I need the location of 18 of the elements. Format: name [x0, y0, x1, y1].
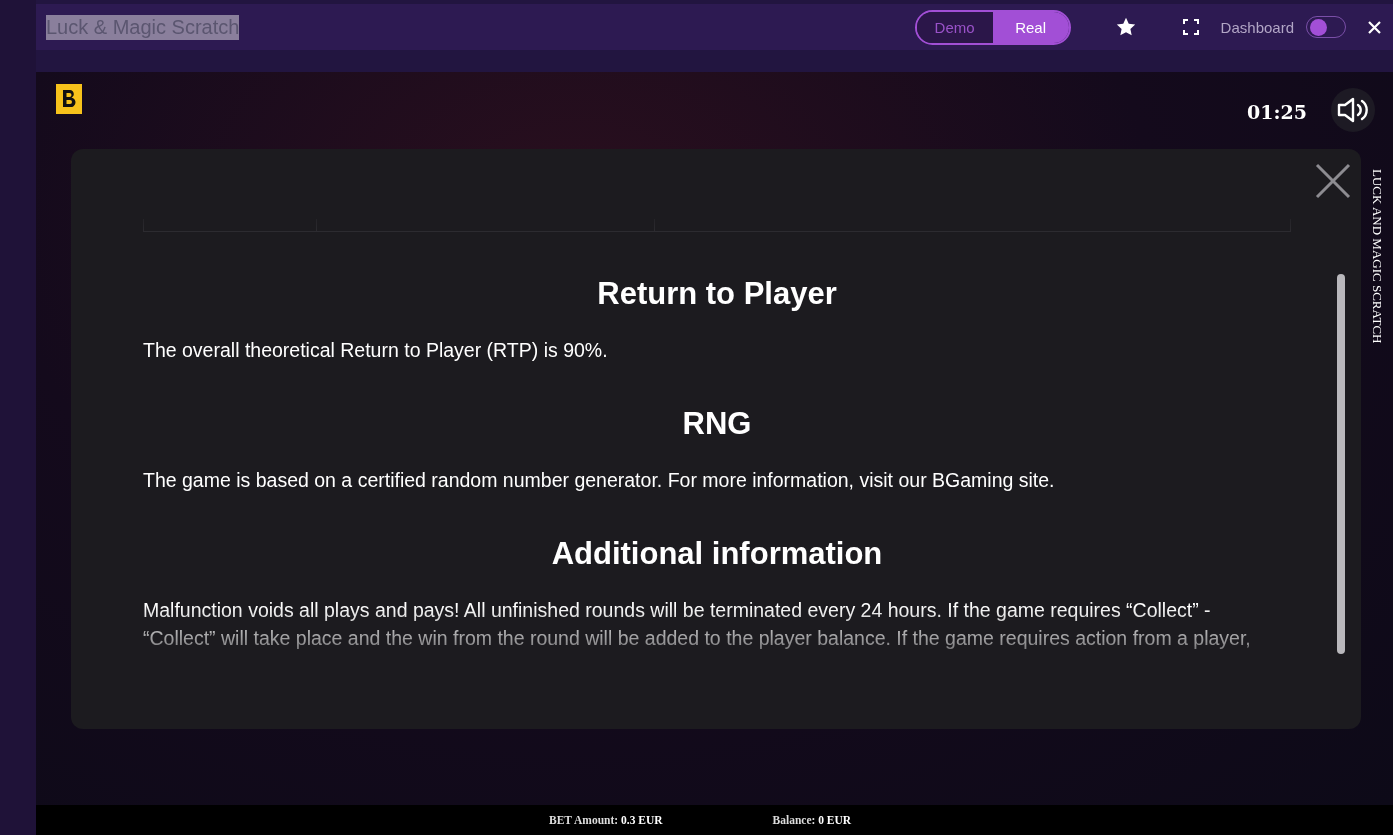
section-text: Malfunction voids all plays and pays! All unfinished rounds will be terminated every 24 hours. If the game requires “Collect” - “Collect” will take place and the win from the round will be added to the player balance. If the game requires action from a player, [143, 598, 1252, 651]
timer: 01:25 [1247, 101, 1307, 123]
mode-tab[interactable]: Real [992, 11, 1069, 43]
section-heading: Return to Player [596, 276, 838, 312]
section-text: The game is based on a certified random number generator. For more information, visit our BGaming site. [143, 468, 1056, 493]
speaker-icon[interactable] [1331, 88, 1375, 132]
scrollbar[interactable] [1337, 274, 1345, 654]
mode-tab[interactable]: Demo [916, 11, 993, 43]
dashboard-label: Dashboard [1220, 18, 1294, 36]
status-text: Balance: 0 EUR [772, 814, 852, 826]
logo-icon [56, 84, 82, 114]
section-text: The overall theoretical Return to Player (RTP) is 90%. [143, 338, 609, 363]
star-icon[interactable] [1114, 16, 1137, 38]
section-heading: Additional information [550, 536, 884, 572]
section-heading: RNG [681, 406, 753, 442]
status-text: BET Amount: 0.3 EUR [549, 814, 663, 826]
fullscreen-icon[interactable] [1182, 19, 1199, 35]
side-title: LUCK AND MAGIC SCRATCH [1369, 169, 1385, 344]
